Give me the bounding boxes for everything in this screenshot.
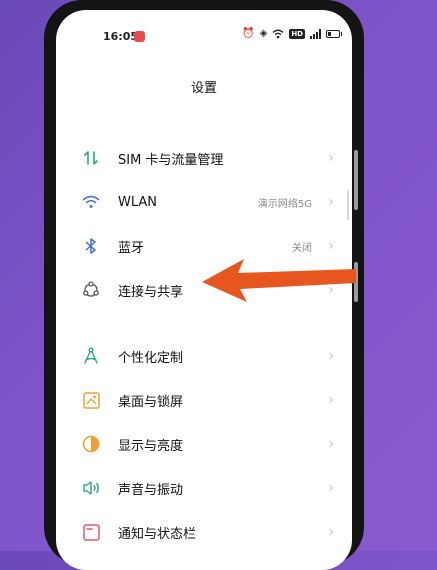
settings-item-sound-vibration[interactable]: 声音与振动 ›	[56, 466, 352, 510]
scrollbar[interactable]	[347, 190, 349, 220]
settings-item-label: 个性化定制	[118, 350, 184, 366]
signal-icon	[310, 28, 321, 39]
app-notification-icon	[134, 31, 145, 42]
chevron-right-icon: ›	[328, 238, 334, 254]
desktop-lockscreen-icon	[82, 391, 100, 409]
settings-item-notification-statusbar[interactable]: 通知与状态栏 ›	[56, 510, 352, 554]
settings-item-label: 连接与共享	[118, 284, 184, 300]
battery-icon	[326, 29, 342, 38]
hd-badge: HD	[289, 28, 305, 39]
wifi-icon	[82, 193, 100, 211]
settings-item-value: 关闭	[292, 242, 312, 254]
sim-data-icon	[82, 149, 100, 167]
settings-item-label: WLAN	[118, 194, 158, 210]
sound-vibration-icon	[82, 479, 100, 497]
vibrate-icon: ◈	[259, 28, 268, 39]
bluetooth-icon	[82, 237, 100, 255]
personalize-icon	[82, 347, 100, 365]
alarm-icon: ⏰	[242, 28, 255, 39]
notification-statusbar-icon	[82, 523, 100, 541]
annotation-arrow-icon	[202, 259, 356, 302]
chevron-right-icon: ›	[328, 392, 334, 408]
chevron-right-icon: ›	[328, 150, 334, 166]
settings-item-label: 显示与亮度	[118, 438, 184, 454]
settings-item-label: 桌面与锁屏	[118, 394, 184, 410]
display-brightness-icon	[82, 435, 100, 453]
settings-item-label: SIM 卡与流量管理	[118, 152, 224, 168]
settings-item-desktop-lockscreen[interactable]: 桌面与锁屏 ›	[56, 378, 352, 422]
wifi-icon	[272, 29, 284, 38]
settings-item-personalize[interactable]: 个性化定制 ›	[56, 334, 352, 378]
status-time: 16:05	[103, 30, 139, 43]
connection-share-icon	[82, 281, 100, 299]
page-title: 设置	[190, 81, 217, 96]
settings-item-label: 蓝牙	[118, 240, 145, 256]
settings-item-label: 通知与状态栏	[118, 526, 197, 542]
chevron-right-icon: ›	[328, 348, 334, 364]
settings-item-sim[interactable]: SIM 卡与流量管理 ›	[56, 136, 352, 180]
chevron-right-icon: ›	[328, 436, 334, 452]
chevron-right-icon: ›	[328, 194, 334, 210]
status-icons: ⏰ ◈ HD	[242, 28, 342, 39]
settings-item-display-brightness[interactable]: 显示与亮度 ›	[56, 422, 352, 466]
settings-item-label: 声音与振动	[118, 482, 184, 498]
settings-item-wlan[interactable]: WLAN 演示网络5G ›	[56, 180, 352, 224]
chevron-right-icon: ›	[328, 480, 334, 496]
settings-item-value: 演示网络5G	[257, 198, 312, 210]
volume-button	[354, 150, 358, 210]
status-bar: 16:05 ⏰ ◈ HD	[56, 28, 352, 48]
chevron-right-icon: ›	[328, 524, 334, 540]
